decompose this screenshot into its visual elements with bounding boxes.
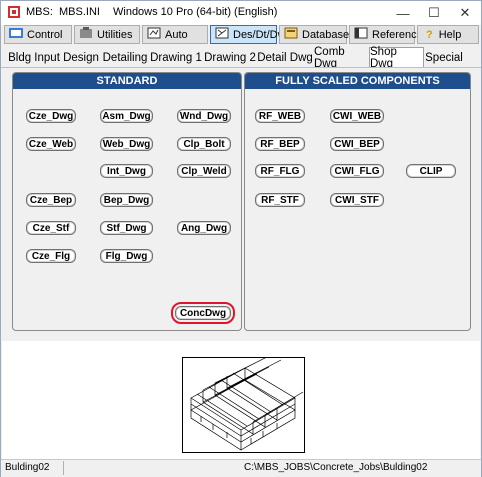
database-label: Database [302,28,350,41]
tab-special[interactable]: Special [425,49,463,66]
auto-label: Auto [165,28,188,41]
asm-dwg-button[interactable]: Asm_Dwg [100,109,153,123]
rf-flg-button[interactable]: RF_FLG [255,164,305,178]
cwi-web-button[interactable]: CWI_WEB [330,109,384,123]
flg-dwg-button[interactable]: Flg_Dwg [100,249,153,263]
rf-web-button[interactable]: RF_WEB [255,109,305,123]
status-divider [63,461,64,475]
status-building-name: Bulding02 [5,462,50,473]
question-mark-icon: ? [426,28,433,41]
cze-stf-button[interactable]: Cze_Stf [26,221,76,235]
bep-dwg-button[interactable]: Bep_Dwg [100,193,153,207]
app-label: MBS: [26,6,53,18]
tab-comb-dwg[interactable]: Comb Dwg [314,46,369,70]
reference-button[interactable]: Reference [349,25,423,44]
preview-area [2,341,480,459]
minimize-button[interactable]: — [388,1,418,25]
utilities-label: Utilities [97,28,133,41]
cze-dwg-button[interactable]: Cze_Dwg [26,109,76,123]
help-button[interactable]: ? Help [417,25,479,44]
tab-design[interactable]: Design [63,49,99,66]
toolbar: Control Utilities Auto Des/Dt/Dwg Databa… [1,25,481,47]
utilities-icon [79,27,93,42]
os-label: Windows 10 Pro (64-bit) (English) [113,6,278,18]
tab-detail-dwg[interactable]: Detail Dwg [257,49,313,66]
database-button[interactable]: Database ▼ [279,25,360,44]
utilities-button[interactable]: Utilities [74,25,140,44]
close-button[interactable]: ✕ [450,1,480,25]
shop-dwg-panel-area: STANDARD Cze_Dwg Asm_Dwg Wnd_Dwg Cze_Web… [4,68,478,340]
cwi-flg-button[interactable]: CWI_FLG [330,164,384,178]
rf-stf-button[interactable]: RF_STF [255,193,305,207]
standard-panel-title: STANDARD [13,73,241,89]
database-icon [284,27,298,42]
title-bar: MBS: MBS.INI Windows 10 Pro (64-bit) (En… [1,1,481,25]
desdtdwg-icon [215,27,229,42]
rf-bep-button[interactable]: RF_BEP [255,137,305,151]
maximize-button[interactable]: ☐ [419,1,449,25]
wnd-dwg-button[interactable]: Wnd_Dwg [177,109,231,123]
reference-icon [354,27,368,42]
stf-dwg-button[interactable]: Stf_Dwg [100,221,153,235]
fully-scaled-panel-title: FULLY SCALED COMPONENTS [245,73,470,89]
control-button[interactable]: Control [4,25,72,44]
control-label: Control [27,28,63,41]
tab-bldg-input[interactable]: Bldg Input [5,49,63,66]
building-wireframe-icon [190,355,304,451]
app-window: MBS: MBS.INI Windows 10 Pro (64-bit) (En… [0,0,482,477]
status-path: C:\MBS_JOBS\Concrete_Jobs\Bulding02 [244,462,428,473]
control-icon [9,27,23,42]
help-label: Help [438,28,462,41]
auto-button[interactable]: Auto [142,25,208,44]
reference-label: Reference [372,28,423,41]
auto-icon [147,27,161,42]
clp-weld-button[interactable]: Clp_Weld [177,164,231,178]
building-preview-image [182,355,305,453]
ini-file-label: MBS.INI [59,6,100,18]
ang-dwg-button[interactable]: Ang_Dwg [177,221,231,235]
clip-button[interactable]: CLIP [406,164,456,178]
fully-scaled-panel: FULLY SCALED COMPONENTS RF_WEB CWI_WEB R… [244,72,471,331]
cwi-bep-button[interactable]: CWI_BEP [330,137,384,151]
cwi-stf-button[interactable]: CWI_STF [330,193,384,207]
standard-panel: STANDARD Cze_Dwg Asm_Dwg Wnd_Dwg Cze_Web… [12,72,242,331]
clp-bolt-button[interactable]: Clp_Bolt [177,137,231,151]
tab-detailing[interactable]: Detailing [101,49,149,66]
desdtdwg-button[interactable]: Des/Dt/Dwg [210,25,292,44]
tab-drawing-1[interactable]: Drawing 1 [150,49,202,66]
web-dwg-button[interactable]: Web_Dwg [100,137,153,151]
tab-drawing-2[interactable]: Drawing 2 [204,49,256,66]
int-dwg-button[interactable]: Int_Dwg [100,164,153,178]
status-bar: Bulding02 C:\MBS_JOBS\Concrete_Jobs\Buld… [1,459,481,477]
cze-flg-button[interactable]: Cze_Flg [26,249,76,263]
tab-shop-dwg[interactable]: Shop Dwg [369,46,424,70]
cze-web-button[interactable]: Cze_Web [26,137,76,151]
concdwg-button[interactable]: ConcDwg [171,302,235,324]
tab-strip: Bldg Input Design Detailing Drawing 1 Dr… [1,46,481,70]
cze-bep-button[interactable]: Cze_Bep [26,193,76,207]
app-icon [8,6,20,18]
